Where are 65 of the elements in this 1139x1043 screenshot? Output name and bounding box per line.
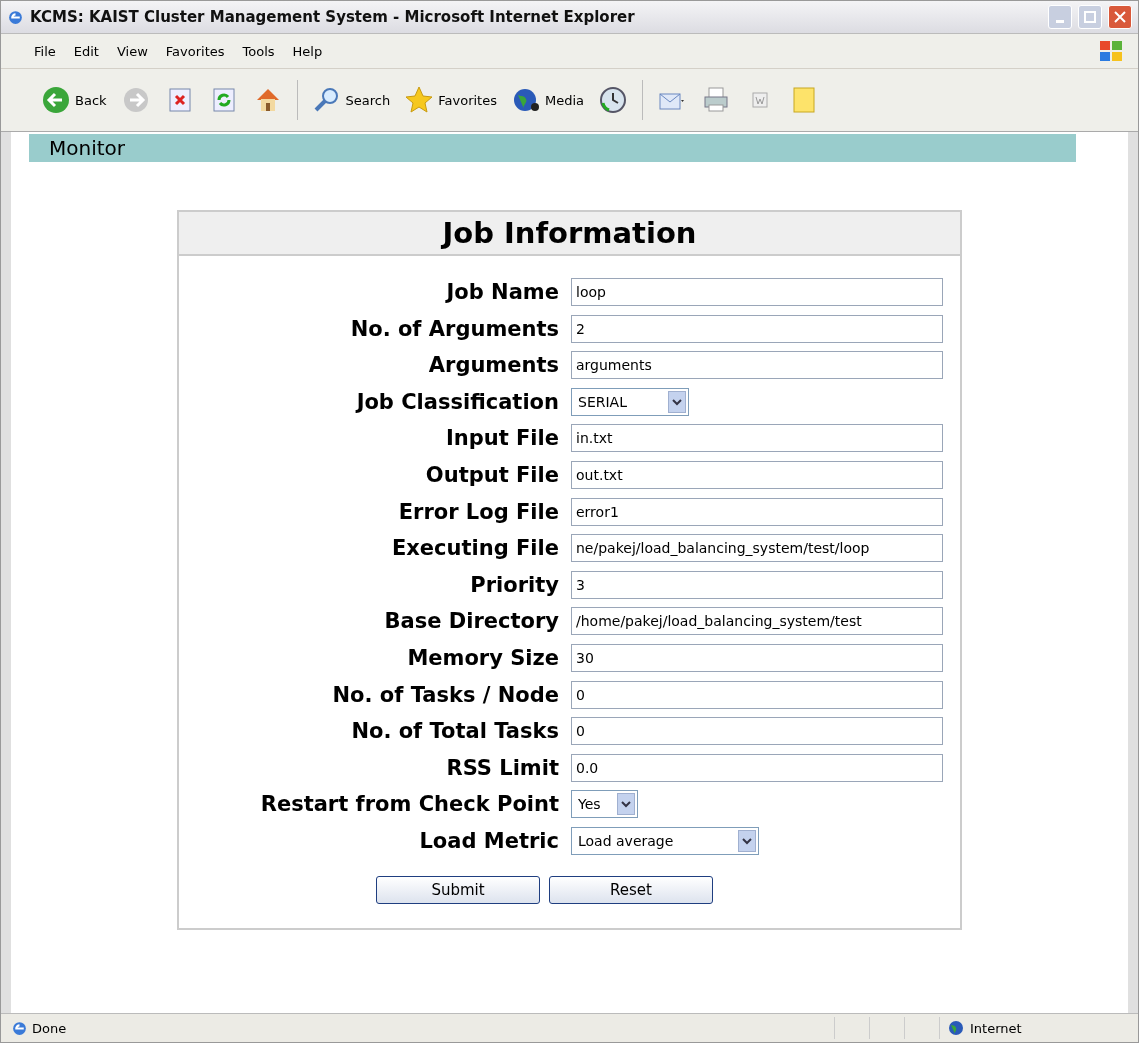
input-field[interactable]: in.txt <box>571 424 943 453</box>
input-field[interactable]: 30 <box>571 643 943 672</box>
chevron-down-icon <box>672 397 682 406</box>
field-label: Executing File <box>390 536 559 561</box>
field-label: Restart from Check Point <box>259 792 559 817</box>
maximize-button[interactable] <box>1078 5 1102 29</box>
input-field[interactable]: ne/pakej/load_balancing_system/test/loop <box>571 534 943 563</box>
input-field[interactable]: 0 <box>571 717 943 746</box>
field-label: No. of Tasks / Node <box>331 682 559 707</box>
page-icon <box>11 1019 28 1037</box>
field-label: RSS Limit <box>445 755 559 780</box>
toolbar-button[interactable]: Favorites <box>400 83 501 117</box>
reset-button[interactable]: Reset <box>549 875 713 904</box>
field-label: Priority <box>469 572 559 597</box>
windows-flag-icon <box>1098 39 1124 63</box>
browser-icon <box>7 8 24 26</box>
monitor-title: Monitor <box>49 136 126 160</box>
input-field[interactable]: 2 <box>571 314 943 343</box>
field-label: Error Log File <box>397 499 559 524</box>
printer-icon <box>701 85 731 115</box>
field-label: No. of Arguments <box>349 316 559 341</box>
close-icon <box>1114 11 1126 23</box>
menu-item[interactable]: Help <box>283 41 332 61</box>
status-text: Done <box>32 1020 68 1036</box>
minimize-icon <box>1056 19 1064 23</box>
menu-item[interactable]: File <box>25 41 65 61</box>
menu-item[interactable]: Favorites <box>156 41 234 61</box>
star-icon <box>404 85 435 115</box>
maximize-icon <box>1084 11 1096 23</box>
globe-icon <box>948 1020 964 1036</box>
input-field[interactable]: 0.0 <box>571 753 943 782</box>
form-title: Job Information <box>179 212 960 256</box>
input-field[interactable]: 0 <box>571 680 943 709</box>
field-label: No. of Total Tasks <box>350 719 559 744</box>
input-field[interactable]: error1 <box>571 497 943 526</box>
field-label: Job Name <box>444 280 559 304</box>
input-field[interactable]: loop <box>571 278 943 306</box>
field-label: Arguments <box>427 353 559 378</box>
input-field[interactable]: /home/pakej/load_balancing_system/test <box>571 607 943 636</box>
chevron-down-icon <box>621 800 631 809</box>
field-label: Input File <box>444 426 559 451</box>
input-field[interactable]: arguments <box>571 351 943 380</box>
close-button[interactable] <box>1108 5 1132 29</box>
dropdown[interactable]: Yes <box>571 790 638 819</box>
toolbar-button[interactable]: Back <box>37 83 111 117</box>
field-label: Memory Size <box>406 645 559 670</box>
input-field[interactable]: out.txt <box>571 460 943 489</box>
window-title: KCMS: KAIST Cluster Management System - Microsoft Internet Explorer <box>30 8 636 26</box>
field-label: Output File <box>424 462 559 487</box>
field-label: Base Directory <box>383 609 559 634</box>
dropdown[interactable]: Load average <box>571 826 759 855</box>
menu-item[interactable]: Tools <box>233 41 284 61</box>
toolbar-button[interactable]: Media <box>506 83 588 117</box>
dropdown[interactable]: SERIAL <box>571 387 689 416</box>
menu-item[interactable]: Edit <box>64 41 108 61</box>
submit-button[interactable]: Submit <box>376 875 540 904</box>
field-label: Load Metric <box>418 828 559 853</box>
menu-item[interactable]: View <box>107 41 157 61</box>
toolbar-button[interactable]: Search <box>307 83 395 117</box>
chevron-down-icon <box>742 836 752 845</box>
clock-icon <box>598 85 628 115</box>
zone-text: Internet <box>970 1020 1022 1036</box>
input-field[interactable]: 3 <box>571 570 943 599</box>
field-label: Job Classification <box>354 389 559 414</box>
minimize-button[interactable] <box>1048 5 1072 29</box>
